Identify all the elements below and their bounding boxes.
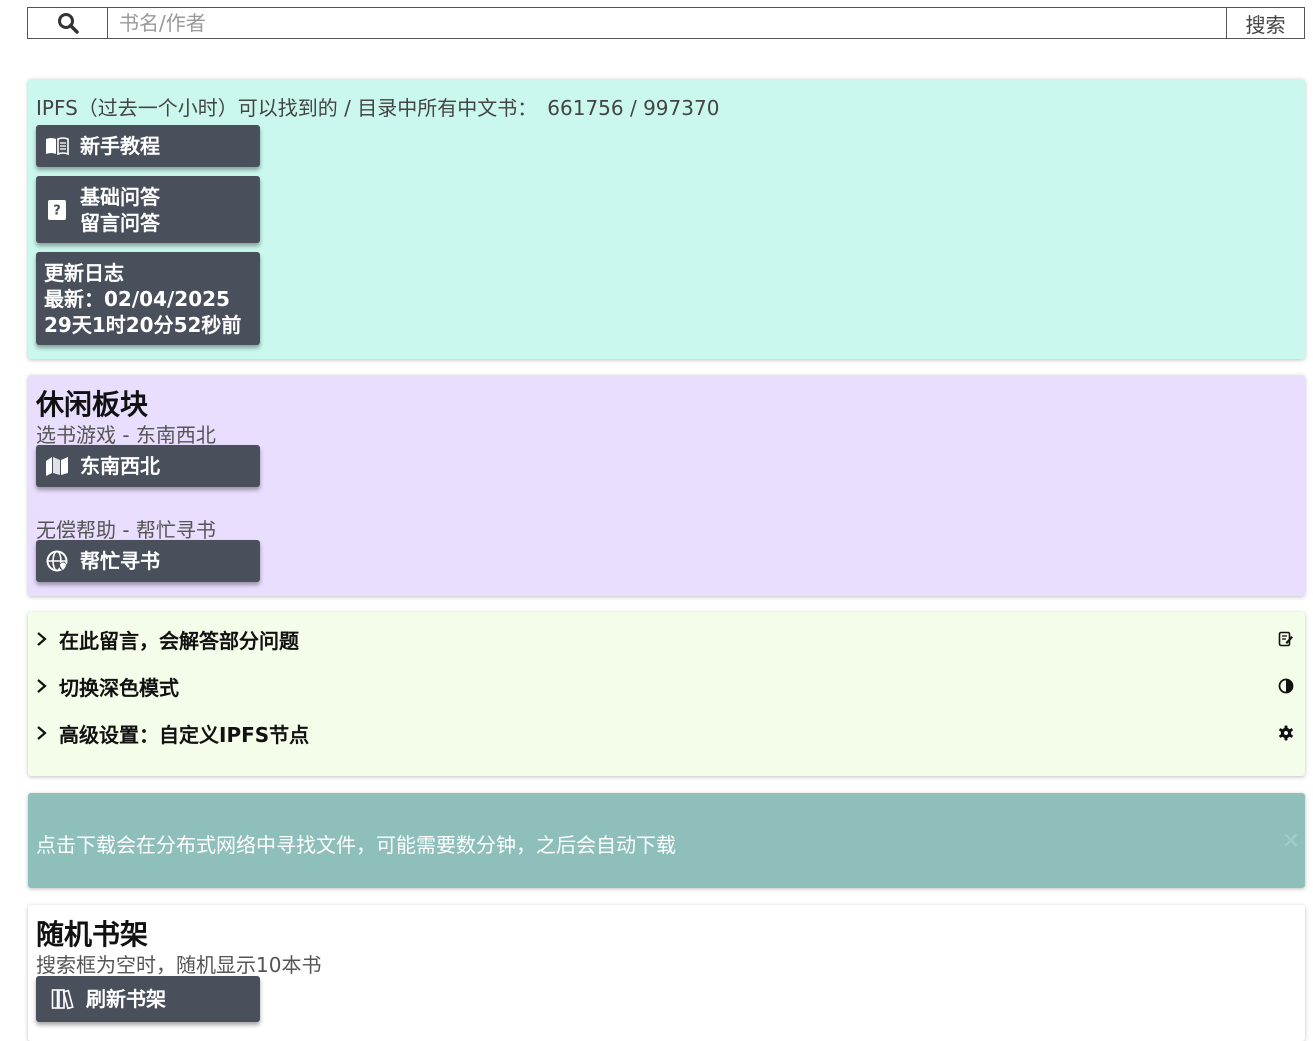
changelog-line-1: 更新日志 [44, 260, 124, 285]
leisure-panel: 休闲板块 选书游戏 - 东南西北 东南西北 无偿帮助 - 帮忙寻书 帮忙寻书 [28, 375, 1305, 596]
game-caption: 选书游戏 - 东南西北 [36, 423, 216, 447]
setting-label-advanced: 高级设置：自定义IPFS节点 [59, 722, 310, 747]
map-icon [44, 455, 70, 477]
changelog-button[interactable]: 更新日志 最新：02/04/2025 29天1时20分52秒前 [36, 252, 260, 345]
setting-label-comment: 在此留言，会解答部分问题 [59, 628, 299, 653]
gear-icon [1277, 724, 1295, 742]
faq-button[interactable]: ? 基础问答 留言问答 [36, 176, 260, 243]
help-button[interactable]: 帮忙寻书 [36, 540, 260, 582]
question-icon: ? [44, 199, 70, 221]
search-button[interactable]: 搜索 [1226, 8, 1304, 38]
faq-button-label: 基础问答 留言问答 [80, 184, 160, 236]
ipfs-stat-line: IPFS（过去一个小时）可以找到的 / 目录中所有中文书： 661756 / 99… [36, 92, 719, 121]
books-icon [50, 988, 76, 1010]
shelf-subtitle: 搜索框为空时，随机显示10本书 [36, 953, 322, 977]
search-input[interactable] [108, 8, 1226, 38]
search-icon[interactable] [28, 8, 108, 38]
setting-row-comment[interactable]: 在此留言，会解答部分问题 [36, 624, 1295, 654]
page: 搜索 IPFS（过去一个小时）可以找到的 / 目录中所有中文书： 661756 /… [0, 0, 1313, 1041]
contrast-icon [1277, 677, 1295, 695]
search-bar: 搜索 [27, 7, 1305, 39]
faq-line-1: 基础问答 [80, 184, 160, 209]
download-notice: 点击下载会在分布式网络中寻找文件，可能需要数分钟，之后会自动下载 × [28, 793, 1305, 888]
setting-label-dark-mode: 切换深色模式 [59, 675, 179, 700]
close-icon[interactable]: × [1281, 830, 1301, 852]
book-open-icon [44, 135, 70, 157]
notice-text: 点击下载会在分布式网络中寻找文件，可能需要数分钟，之后会自动下载 [36, 833, 676, 857]
game-button[interactable]: 东南西北 [36, 445, 260, 487]
tutorial-button-label: 新手教程 [80, 134, 160, 158]
ipfs-panel: IPFS（过去一个小时）可以找到的 / 目录中所有中文书： 661756 / 99… [28, 79, 1305, 359]
faq-line-2: 留言问答 [80, 210, 160, 235]
edit-note-icon [1277, 630, 1295, 648]
tutorial-button[interactable]: 新手教程 [36, 125, 260, 167]
chevron-right-icon [36, 725, 52, 741]
leisure-title: 休闲板块 [36, 388, 149, 421]
help-button-label: 帮忙寻书 [80, 549, 160, 573]
chevron-right-icon [36, 678, 52, 694]
svg-text:?: ? [53, 203, 61, 218]
refresh-shelf-label: 刷新书架 [86, 987, 166, 1011]
game-button-label: 东南西北 [80, 454, 160, 478]
globe-icon [44, 550, 70, 572]
chevron-right-icon [36, 631, 52, 647]
ipfs-stat-label: IPFS（过去一个小时）可以找到的 / 目录中所有中文书： [36, 96, 538, 120]
random-shelf-panel: 随机书架 搜索框为空时，随机显示10本书 刷新书架 [28, 905, 1305, 1041]
changelog-line-2: 最新：02/04/2025 [44, 286, 230, 311]
shelf-title: 随机书架 [36, 918, 149, 951]
help-caption: 无偿帮助 - 帮忙寻书 [36, 518, 216, 542]
changelog-button-label: 更新日志 最新：02/04/2025 29天1时20分52秒前 [44, 260, 241, 338]
setting-row-advanced[interactable]: 高级设置：自定义IPFS节点 [36, 718, 1295, 748]
ipfs-stat-value: 661756 / 997370 [547, 96, 720, 120]
setting-row-dark-mode[interactable]: 切换深色模式 [36, 671, 1295, 701]
changelog-line-3: 29天1时20分52秒前 [44, 312, 242, 337]
settings-panel: 在此留言，会解答部分问题 切换深色模式 高级设置：自定义IPFS节点 [28, 612, 1305, 776]
refresh-shelf-button[interactable]: 刷新书架 [36, 976, 260, 1022]
